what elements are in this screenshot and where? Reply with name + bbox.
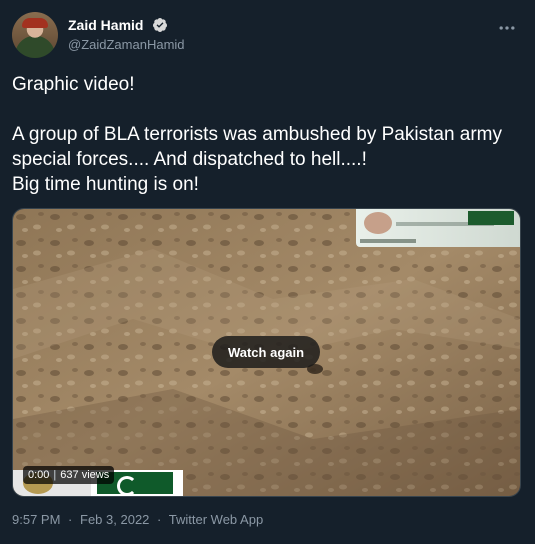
video-meta-separator: |	[53, 469, 57, 481]
tweet-line-3: Big time hunting is on!	[12, 174, 199, 195]
tweet-header: Zaid Hamid @ZaidZamanHamid	[12, 12, 523, 58]
tweet-line-1: Graphic video!	[12, 74, 135, 95]
news-inset-overlay	[356, 209, 520, 247]
avatar[interactable]	[12, 12, 58, 58]
footer-separator: ·	[68, 512, 73, 527]
inset-name-strip	[360, 239, 416, 243]
tweet-date[interactable]: Feb 3, 2022	[80, 512, 149, 527]
author-display-name[interactable]: Zaid Hamid	[68, 16, 143, 34]
tweet-source[interactable]: Twitter Web App	[169, 512, 263, 527]
inset-face	[364, 212, 392, 234]
video-views: 637 views	[60, 469, 110, 481]
tweet-footer: 9:57 PM · Feb 3, 2022 · Twitter Web App	[12, 511, 267, 529]
video-time: 0:00	[28, 469, 50, 481]
author-handle[interactable]: @ZaidZamanHamid	[68, 36, 185, 54]
footer-separator-2: ·	[157, 512, 162, 527]
tweet-time[interactable]: 9:57 PM	[12, 512, 60, 527]
tweet-text: Graphic video! A group of BLA terrorists…	[12, 72, 517, 197]
verified-badge-icon	[152, 18, 167, 32]
more-options-icon[interactable]	[497, 18, 517, 38]
video-player[interactable]: Watch again 0:00 | 637 views	[12, 208, 521, 497]
tweet-line-2: A group of BLA terrorists was ambushed b…	[12, 124, 503, 170]
watch-again-button[interactable]: Watch again	[212, 336, 320, 368]
crescent-icon	[117, 476, 137, 496]
author-info: Zaid Hamid @ZaidZamanHamid	[68, 16, 185, 54]
video-meta-badge: 0:00 | 637 views	[23, 466, 115, 484]
inset-flag	[468, 211, 514, 225]
avatar-cap	[22, 18, 48, 28]
tweet-line-gap	[12, 97, 517, 122]
